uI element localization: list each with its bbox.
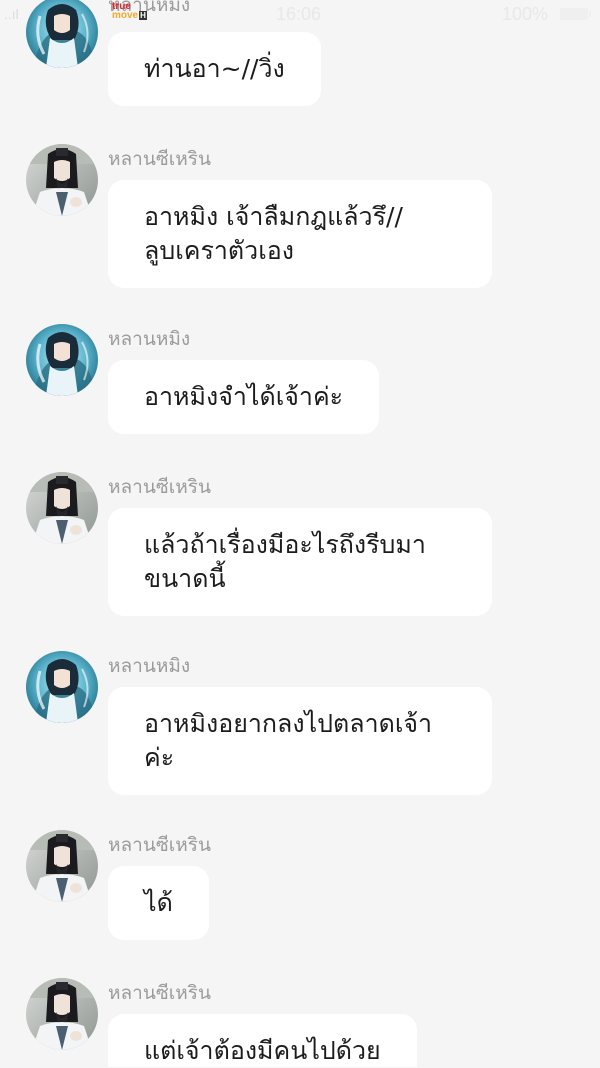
sender-name: หลานซีเหริน — [108, 148, 211, 170]
message-bubble[interactable]: แล้วถ้าเรื่องมีอะไรถึงรีบมา ขนาดนี้ — [108, 508, 492, 616]
elder-avatar[interactable] — [26, 144, 98, 216]
elder-avatar[interactable] — [26, 830, 98, 902]
message-bubble[interactable]: ท่านอา~//วิ่ง — [108, 32, 321, 106]
status-time: 16:06 — [276, 4, 322, 24]
girl-avatar[interactable] — [26, 651, 98, 723]
signal-icon: ..ıl — [4, 6, 19, 22]
battery-icon — [560, 8, 591, 20]
status-bar: ..ıl true move H 16:06 100% — [0, 0, 600, 30]
girl-avatar[interactable] — [26, 324, 98, 396]
carrier-logo: true move H — [112, 2, 147, 21]
sender-name: หลานซีเหริน — [108, 982, 211, 1004]
sender-name: หลานหมิง — [108, 328, 191, 350]
message-bubble[interactable]: ได้ — [108, 866, 209, 940]
sender-name: หลานซีเหริน — [108, 834, 211, 856]
sender-name: หลานหมิง — [108, 655, 191, 677]
message-bubble[interactable]: อาหมิงจำได้เจ้าค่ะ — [108, 360, 380, 434]
message-bubble[interactable]: แต่เจ้าต้องมีคนไปด้วย — [108, 1014, 417, 1067]
battery-percent: 100% — [501, 4, 548, 24]
carrier-bottom: move H — [112, 10, 147, 21]
message-bubble[interactable]: อาหมิงอยากลงไปตลาดเจ้า ค่ะ — [108, 687, 492, 795]
carrier-badge: H — [139, 11, 147, 20]
message-bubble[interactable]: อาหมิง เจ้าลืมกฎแล้วรึ// ลูบเคราตัวเอง — [108, 180, 492, 288]
sender-name: หลานซีเหริน — [108, 476, 211, 498]
elder-avatar[interactable] — [26, 472, 98, 544]
elder-avatar[interactable] — [26, 978, 98, 1050]
